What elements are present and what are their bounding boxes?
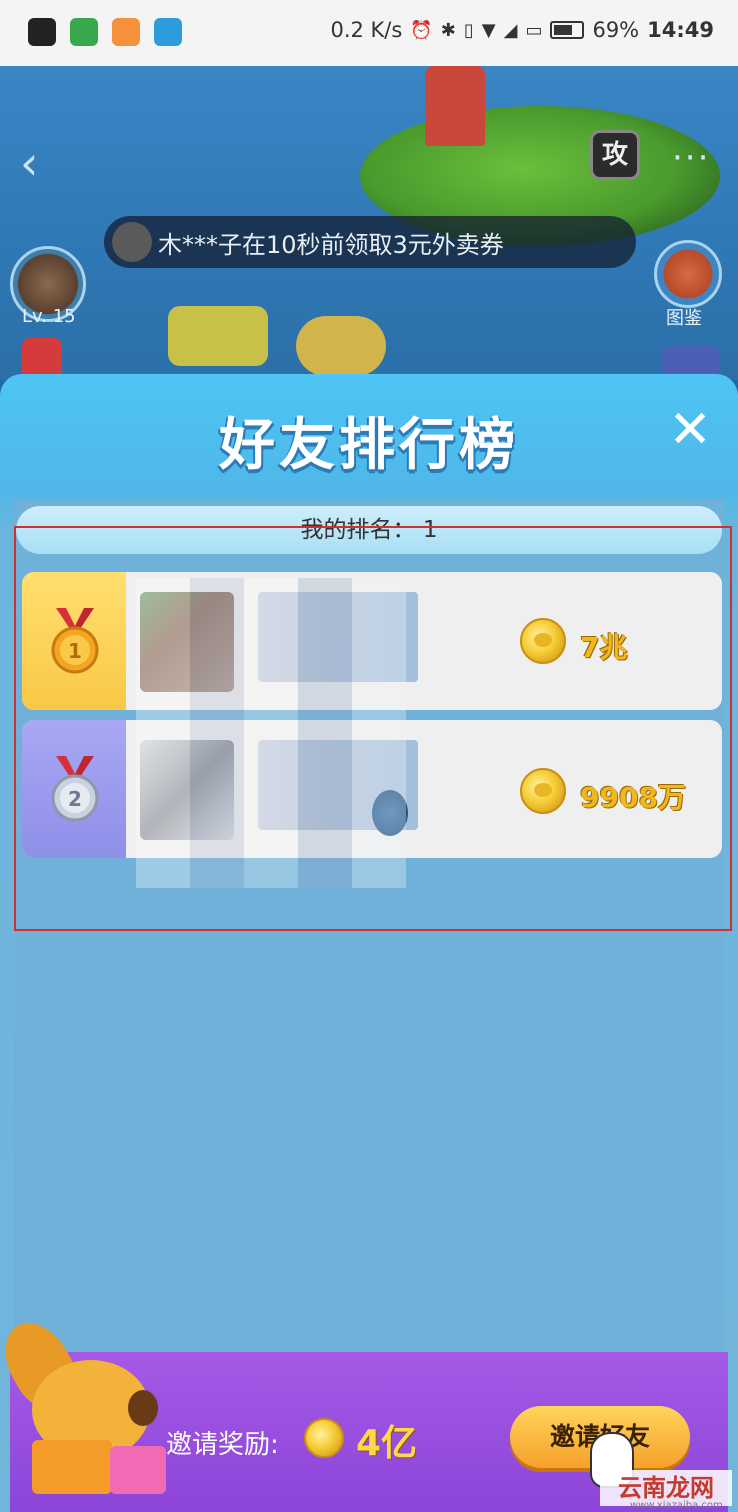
signal-icon: ◢ [503,19,518,41]
ticker-text: 木***子在10秒前领取3元外卖券 [158,230,504,259]
qutoutiao-icon [70,18,98,46]
attack-button[interactable]: 攻 [590,130,640,180]
battery-icon [550,21,585,39]
clock-time: 14:49 [647,18,714,42]
album-label: 图鉴 [666,308,702,329]
alarm-icon: ⏰ [410,19,433,41]
lighthouse-illustration [425,66,485,146]
annotation-highlight-box [14,526,732,931]
coin-icon [304,1418,344,1458]
watermark-url: www.xiazaiba.com [630,1500,723,1511]
level-label: Lv. 15 [22,306,76,327]
battery-percent: 69% [592,18,640,42]
more-options-icon[interactable]: ··· [672,138,710,178]
network-speed: 0.2 K/s [330,18,403,42]
wifi-icon: ▼ [481,19,496,41]
health-icon [112,18,140,46]
invite-reward-label: 邀请奖励: [166,1430,279,1460]
crate-illustration [296,316,386,376]
dog-mascot-illustration [0,1311,166,1500]
game-background: ‹ 攻 ··· 木***子在10秒前领取3元外卖券 Lv. 15 图鉴 [0,66,738,380]
bluetooth-icon: ✱ [440,19,456,41]
boat-illustration [168,306,268,366]
hd-icon: ▭ [525,19,543,41]
status-bar-apps [28,18,182,46]
ticker-avatar [112,222,152,262]
vibrate-icon: ▯ [463,19,474,41]
album-button[interactable] [654,240,722,308]
status-bar-indicators: 0.2 K/s ⏰ ✱ ▯ ▼ ◢ ▭ 69% 14:49 [330,18,714,42]
close-icon[interactable]: ✕ [664,404,716,456]
status-bar: 0.2 K/s ⏰ ✱ ▯ ▼ ◢ ▭ 69% 14:49 [0,0,738,66]
leaderboard-title: 好友排行榜 [219,413,519,478]
gift-box-icon [110,1446,166,1494]
send-icon [154,18,182,46]
notification-ticker: 木***子在10秒前领取3元外卖券 [104,216,636,268]
qq-icon [28,18,56,46]
dog-nose [128,1390,158,1426]
back-chevron-icon[interactable]: ‹ [20,136,38,190]
gift-box-icon [32,1440,112,1494]
invite-reward-amount: 4亿 [356,1423,418,1464]
